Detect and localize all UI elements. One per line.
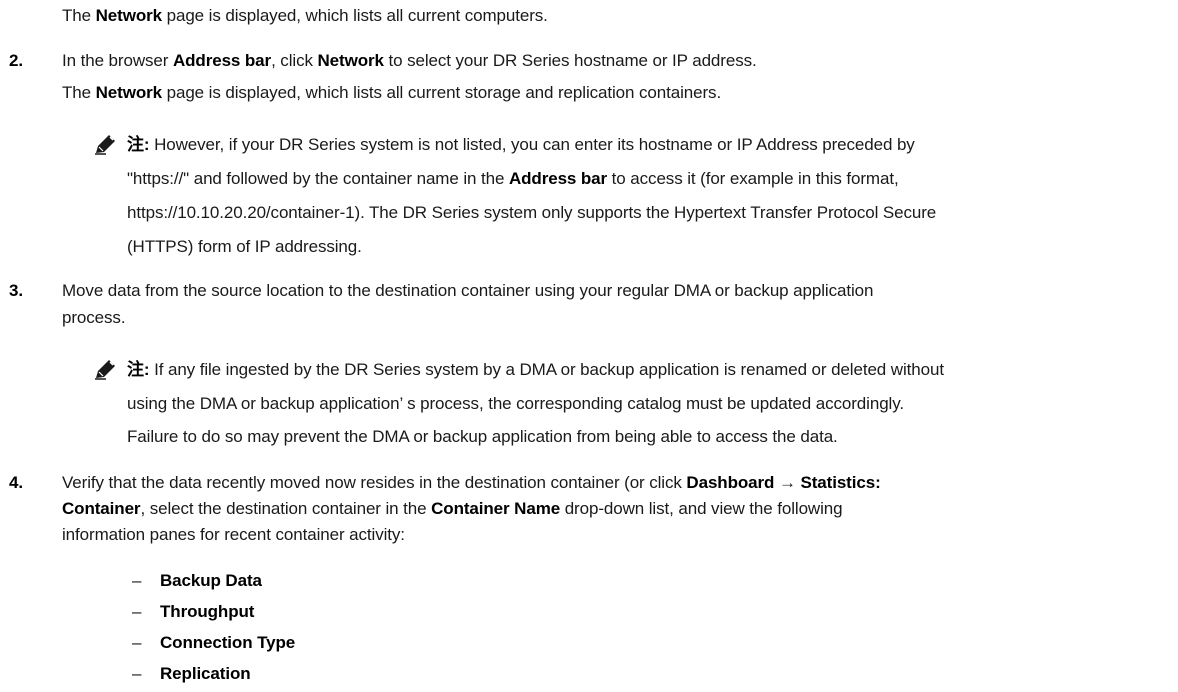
address-bar-term: Address bar [508,169,608,188]
container-name-term: Container Name [431,499,561,518]
intro-line: The Network page is displayed, which lis… [62,6,548,25]
dash-bullet: – [132,571,142,590]
note-label: 注: [127,135,150,154]
dash-bullet: – [132,633,142,652]
dashboard-term: Dashboard [686,473,775,492]
step-number: 2. [9,51,23,70]
network-term: Network [95,83,162,102]
step-result: The Network page is displayed, which lis… [62,83,722,102]
note-text: using the DMA or backup application’ s p… [127,394,904,413]
step-number: 3. [9,281,23,300]
note-pencil-icon [95,360,115,380]
list-item: – Connection Type [132,633,296,652]
note-text: 注: If any file ingested by the DR Series… [127,360,944,379]
dash-bullet: – [132,664,142,683]
step-text: In the browser Address bar, click Networ… [62,51,757,70]
note-text: Failure to do so may prevent the DMA or … [127,427,838,446]
note-text: https://10.10.20.20/container-1). The DR… [127,203,937,222]
step-text: information panes for recent container a… [62,525,405,544]
dash-bullet: – [132,602,142,621]
list-item: – Throughput [132,602,255,621]
list-item: – Backup Data [132,571,262,590]
step-text: process. [62,308,126,327]
statistics-term: Statistics: [800,473,881,492]
step-text: Verify that the data recently moved now … [62,473,881,492]
note-text: "https://" and followed by the container… [127,169,899,188]
container-term: Container [62,499,141,518]
network-term: Network [95,6,162,25]
note-pencil-icon [95,135,115,155]
note-label: 注: [127,360,150,379]
step-number: 4. [9,473,23,492]
step-text: Move data from the source location to th… [62,281,874,300]
step-text: Container, select the destination contai… [62,499,843,518]
note-text: (HTTPS) form of IP addressing. [127,237,362,256]
network-term: Network [317,51,384,70]
list-item: – Replication [132,664,251,683]
address-bar-term: Address bar [172,51,272,70]
note-text: 注: However, if your DR Series system is … [127,135,915,154]
